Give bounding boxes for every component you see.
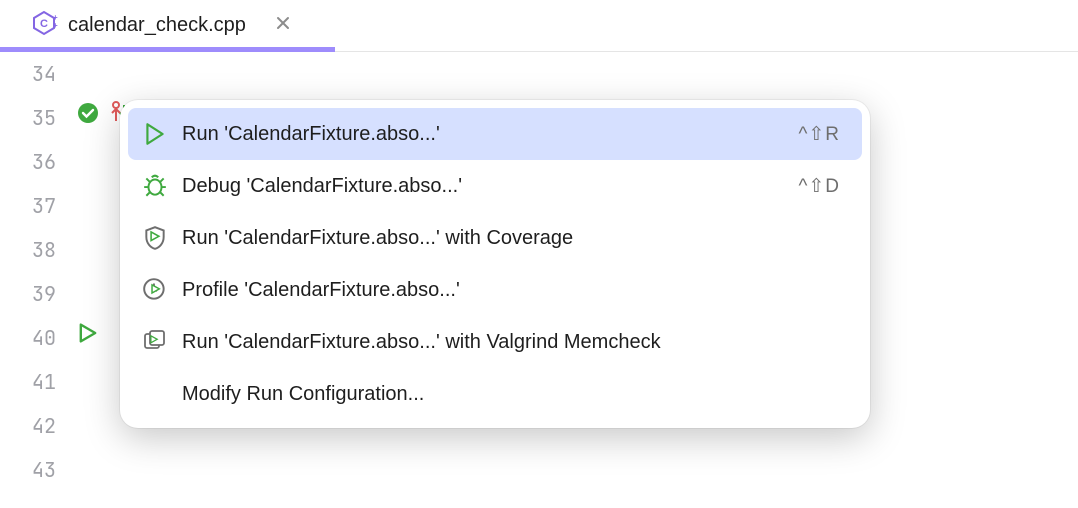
- shield-play-icon: [142, 225, 168, 251]
- line-number-gutter: 34 35 36 37 38 39 40 41 42 43: [0, 52, 70, 508]
- line-number: 36: [0, 140, 56, 184]
- valgrind-icon: [142, 329, 168, 355]
- line-number: 37: [0, 184, 56, 228]
- editor-tabbar: calendar_check.cpp: [0, 0, 1078, 52]
- run-gutter-icon[interactable]: [76, 316, 100, 360]
- cpp-file-icon: [30, 9, 58, 42]
- menu-item-label: Run 'CalendarFixture.abso...' with Valgr…: [182, 331, 826, 354]
- menu-item-debug[interactable]: Debug 'CalendarFixture.abso...' ^⇧D: [128, 160, 862, 212]
- line-number: 34: [0, 52, 56, 96]
- run-context-menu: Run 'CalendarFixture.abso...' ^⇧R Debug …: [120, 100, 870, 428]
- close-icon[interactable]: [274, 14, 292, 37]
- play-icon: [142, 121, 168, 147]
- menu-item-run[interactable]: Run 'CalendarFixture.abso...' ^⇧R: [128, 108, 862, 160]
- menu-item-label: Profile 'CalendarFixture.abso...': [182, 279, 826, 302]
- line-number: 35: [0, 96, 56, 140]
- menu-item-shortcut: ^⇧D: [798, 175, 840, 198]
- line-number: 38: [0, 228, 56, 272]
- menu-item-label: Run 'CalendarFixture.abso...': [182, 123, 784, 146]
- menu-item-label: Debug 'CalendarFixture.abso...': [182, 175, 784, 198]
- menu-item-label: Run 'CalendarFixture.abso...' with Cover…: [182, 227, 826, 250]
- line-number: 41: [0, 360, 56, 404]
- test-passed-icon[interactable]: [76, 96, 100, 140]
- menu-item-shortcut: ^⇧R: [798, 123, 840, 146]
- menu-item-coverage[interactable]: Run 'CalendarFixture.abso...' with Cover…: [128, 212, 862, 264]
- file-tab-label: calendar_check.cpp: [68, 14, 246, 37]
- clock-play-icon: [142, 277, 168, 303]
- file-tab[interactable]: calendar_check.cpp: [20, 0, 302, 51]
- line-number: 39: [0, 272, 56, 316]
- line-number: 42: [0, 404, 56, 448]
- menu-item-valgrind[interactable]: Run 'CalendarFixture.abso...' with Valgr…: [128, 316, 862, 368]
- menu-item-label: Modify Run Configuration...: [182, 383, 826, 406]
- menu-item-profile[interactable]: Profile 'CalendarFixture.abso...': [128, 264, 862, 316]
- line-number: 40: [0, 316, 56, 360]
- line-number: 43: [0, 448, 56, 492]
- bug-icon: [142, 173, 168, 199]
- menu-item-modify-config[interactable]: Modify Run Configuration...: [128, 368, 862, 420]
